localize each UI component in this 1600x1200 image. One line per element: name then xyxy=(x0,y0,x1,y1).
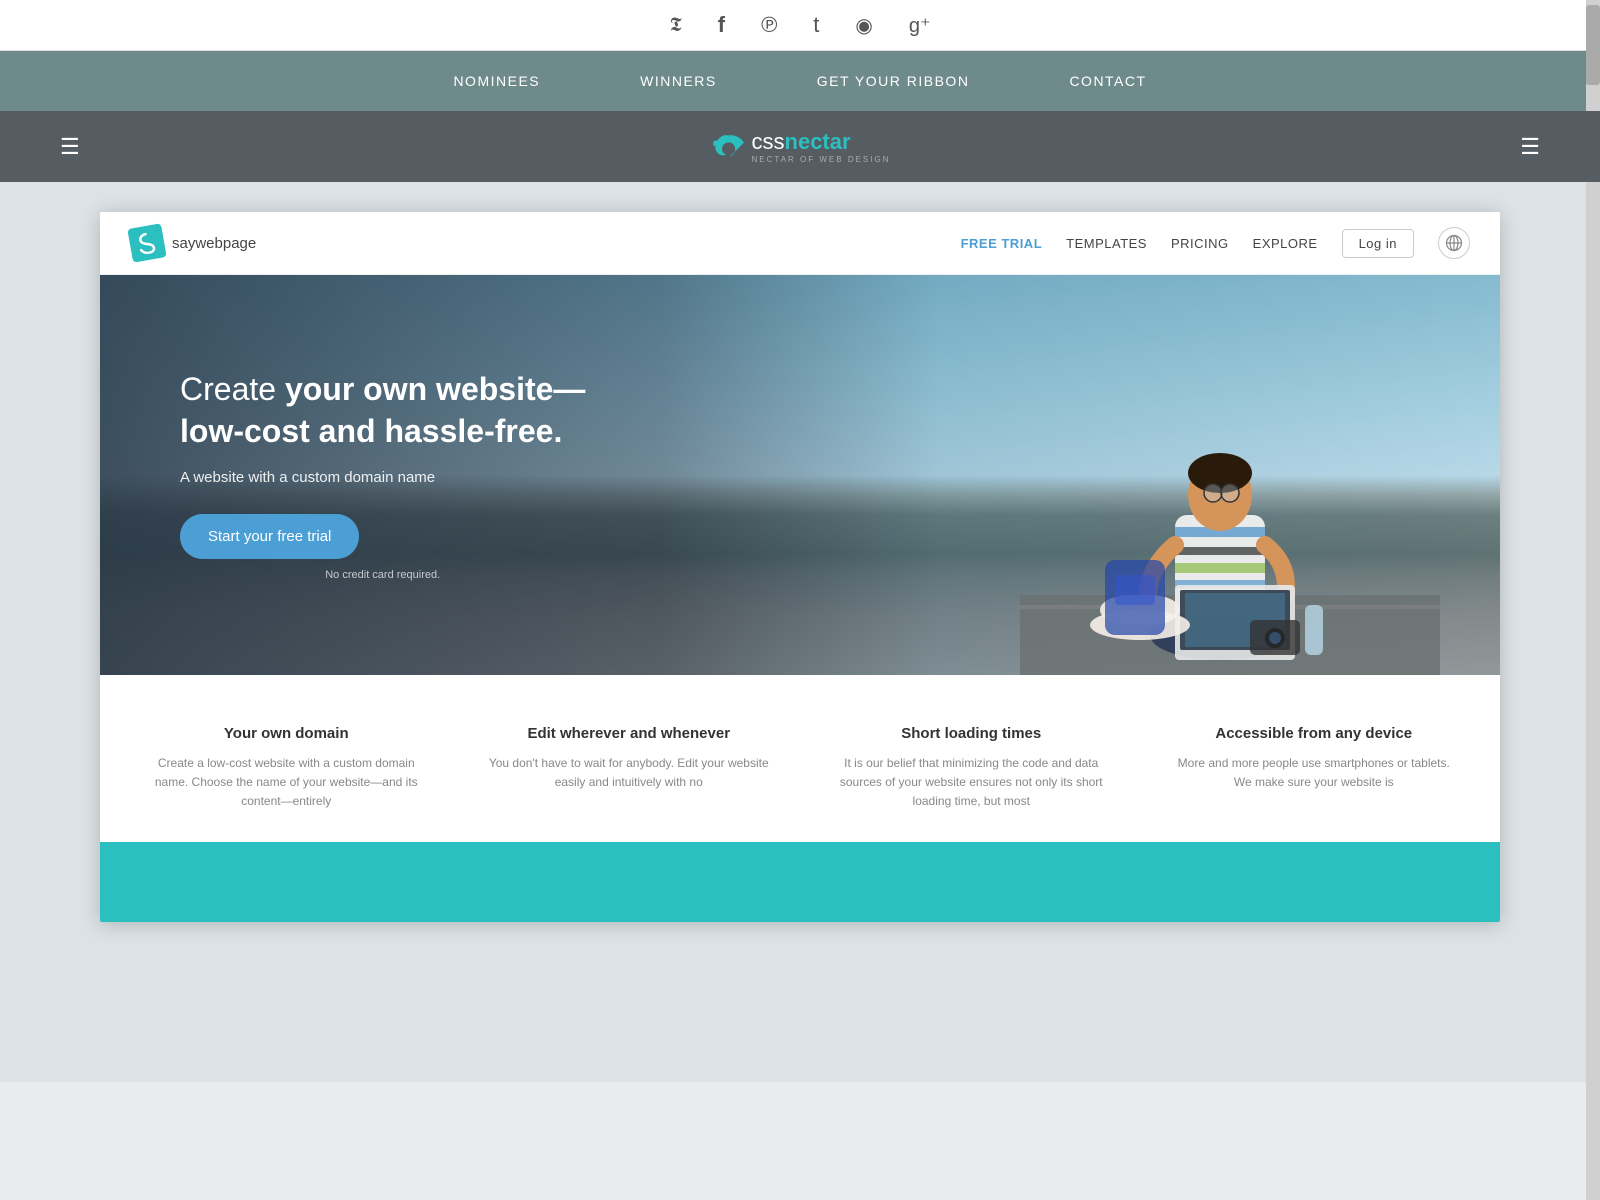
googleplus-icon: g⁺ xyxy=(909,15,931,37)
nav-nominees[interactable]: NOMINEES xyxy=(403,51,590,111)
cssnectar-logo: cssnectar NECTAR OF WEB DESIGN xyxy=(710,129,891,164)
feature-loading-title: Short loading times xyxy=(825,725,1118,742)
feature-edit: Edit wherever and whenever You don't hav… xyxy=(473,725,786,812)
hero-headline: Create your own website— low-cost and ha… xyxy=(180,369,585,452)
rss-link[interactable]: ◉ xyxy=(855,13,872,38)
scrollbar-thumb[interactable] xyxy=(1586,5,1600,85)
site-nav-links: FREE TRIAL TEMPLATES PRICING EXPLORE Log… xyxy=(961,227,1470,259)
free-trial-cta-button[interactable]: Start your free trial xyxy=(180,514,359,559)
feature-device-desc: More and more people use smartphones or … xyxy=(1168,754,1461,792)
login-button[interactable]: Log in xyxy=(1342,229,1414,258)
nav-get-ribbon[interactable]: GET YOUR RIBBON xyxy=(767,51,1020,111)
nav-explore[interactable]: EXPLORE xyxy=(1253,236,1318,251)
main-nav: NOMINEES WINNERS GET YOUR RIBBON CONTACT xyxy=(0,51,1600,111)
nav-contact[interactable]: CONTACT xyxy=(1019,51,1196,111)
tumblr-link[interactable]: t xyxy=(813,12,819,38)
feature-device-title: Accessible from any device xyxy=(1168,725,1461,742)
logo-s-icon xyxy=(127,223,166,262)
hero-content: Create your own website— low-cost and ha… xyxy=(100,309,665,640)
nav-winners[interactable]: WINNERS xyxy=(590,51,767,111)
features-section: Your own domain Create a low-cost websit… xyxy=(100,675,1500,842)
website-preview: saywebpage FREE TRIAL TEMPLATES PRICING … xyxy=(100,212,1500,922)
facebook-link[interactable]: f xyxy=(718,12,725,38)
cssnectar-tagline: NECTAR OF WEB DESIGN xyxy=(752,155,891,164)
rss-icon: ◉ xyxy=(855,15,872,37)
feature-device: Accessible from any device More and more… xyxy=(1158,725,1471,812)
css-text: css xyxy=(752,129,785,154)
nav-templates[interactable]: TEMPLATES xyxy=(1066,236,1147,251)
nectar-text: nectar xyxy=(785,129,851,154)
bird-logo-icon xyxy=(710,132,746,162)
twitter-link[interactable]: 𝕿 xyxy=(669,14,681,37)
googleplus-link[interactable]: g⁺ xyxy=(909,13,931,38)
nav-free-trial[interactable]: FREE TRIAL xyxy=(961,236,1043,251)
site-logo-svg xyxy=(134,230,159,255)
hamburger-right-icon[interactable]: ☰ xyxy=(1520,134,1540,160)
nav-pricing[interactable]: PRICING xyxy=(1171,236,1229,251)
teal-footer-bar xyxy=(100,842,1500,922)
cssnectar-header: ☰ cssnectar NECTAR OF WEB DESIGN ☰ xyxy=(0,111,1600,182)
feature-loading: Short loading times It is our belief tha… xyxy=(815,725,1128,812)
hero-section: Create your own website— low-cost and ha… xyxy=(100,275,1500,675)
language-selector[interactable] xyxy=(1438,227,1470,259)
feature-edit-title: Edit wherever and whenever xyxy=(483,725,776,742)
feature-edit-desc: You don't have to wait for anybody. Edit… xyxy=(483,754,776,792)
facebook-icon: f xyxy=(718,12,725,37)
no-credit-text: No credit card required. xyxy=(180,569,585,581)
cssnectar-title: cssnectar xyxy=(752,129,891,155)
feature-loading-desc: It is our belief that minimizing the cod… xyxy=(825,754,1118,812)
hero-person-illustration xyxy=(1020,275,1440,675)
tumblr-icon: t xyxy=(813,12,819,37)
social-bar: 𝕿 f ℗ t ◉ g⁺ xyxy=(0,0,1600,51)
hamburger-left-icon[interactable]: ☰ xyxy=(60,134,80,160)
pinterest-link[interactable]: ℗ xyxy=(761,12,777,38)
pinterest-icon: ℗ xyxy=(761,12,777,37)
globe-icon xyxy=(1445,234,1463,252)
hero-subtitle: A website with a custom domain name xyxy=(180,469,585,486)
hero-headline-normal: Create xyxy=(180,371,285,407)
feature-domain-title: Your own domain xyxy=(140,725,433,742)
site-logo: saywebpage xyxy=(130,226,256,260)
hero-headline-bold: your own website— xyxy=(285,371,585,407)
site-nav: saywebpage FREE TRIAL TEMPLATES PRICING … xyxy=(100,212,1500,275)
main-content: saywebpage FREE TRIAL TEMPLATES PRICING … xyxy=(0,182,1600,1082)
hero-headline-line2: low-cost and hassle-free. xyxy=(180,413,562,449)
feature-domain: Your own domain Create a low-cost websit… xyxy=(130,725,443,812)
feature-domain-desc: Create a low-cost website with a custom … xyxy=(140,754,433,812)
site-logo-text: saywebpage xyxy=(172,235,256,252)
twitter-icon: 𝕿 xyxy=(669,14,681,36)
